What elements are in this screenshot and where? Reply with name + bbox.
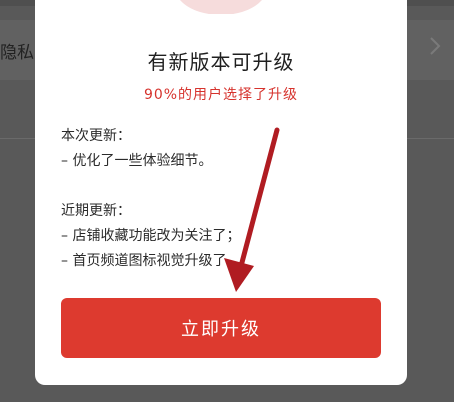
- notes-item: – 首页频道图标视觉升级了。: [61, 253, 241, 269]
- background-row-label: 隐私: [0, 43, 34, 63]
- notes-heading: 近期更新：: [61, 203, 131, 219]
- dialog-subtitle: 90%的用户选择了升级: [143, 87, 299, 103]
- notes-block-recent: 近期更新： – 店铺收藏功能改为关注了； – 首页频道图标视觉升级了。: [61, 199, 391, 274]
- notes-item: – 优化了一些体验细节。: [61, 153, 213, 169]
- upgrade-now-button[interactable]: 立即升级: [61, 298, 381, 358]
- chevron-right-icon: [430, 37, 441, 55]
- notes-heading: 本次更新：: [61, 128, 131, 144]
- notes-block-current: 本次更新： – 优化了一些体验细节。: [61, 124, 391, 174]
- update-dialog: 有新版本可升级 90%的用户选择了升级 本次更新： – 优化了一些体验细节。 近…: [35, 0, 407, 385]
- dialog-title: 有新版本可升级: [147, 50, 295, 74]
- red-graphic-icon: [180, 0, 262, 14]
- release-notes: 本次更新： – 优化了一些体验细节。 近期更新： – 店铺收藏功能改为关注了； …: [61, 124, 391, 274]
- notes-item: – 店铺收藏功能改为关注了；: [61, 228, 241, 244]
